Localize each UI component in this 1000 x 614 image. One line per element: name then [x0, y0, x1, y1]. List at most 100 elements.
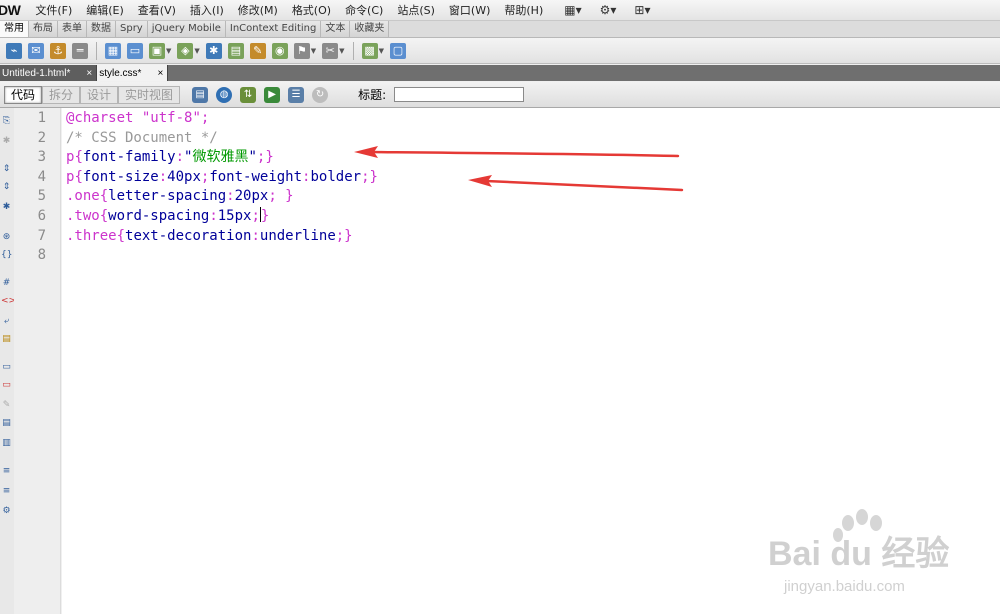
open-documents-icon[interactable]: ⎘: [1, 116, 12, 127]
remove-comment-icon[interactable]: ▭: [1, 380, 12, 391]
format-source-code-icon[interactable]: ⚙: [1, 506, 12, 517]
split-view-button[interactable]: 拆分: [42, 85, 81, 104]
line-number: 7: [37, 227, 46, 244]
css-value: 20px: [234, 188, 269, 205]
tab-common[interactable]: 常用: [0, 21, 29, 37]
select-parent-tag-icon[interactable]: ⊛: [1, 232, 12, 243]
expand-all-icon[interactable]: ✱: [1, 202, 12, 213]
visual-aids-icon[interactable]: ☰: [288, 86, 305, 103]
tab-forms[interactable]: 表单: [58, 21, 87, 37]
comment-icon[interactable]: ✎: [249, 42, 266, 59]
doc-tab-label: style.css*: [99, 67, 142, 79]
check-page-icon[interactable]: ▶: [264, 86, 281, 103]
multiscreen-icon[interactable]: ▤: [192, 86, 209, 103]
horizontal-rule-icon[interactable]: ═: [72, 42, 88, 59]
widget-icon[interactable]: ▢: [389, 42, 406, 59]
email-link-icon[interactable]: ✉: [28, 42, 44, 59]
chevron-down-icon[interactable]: ▼: [311, 47, 316, 55]
menu-modify[interactable]: 修改(M): [231, 2, 285, 18]
doc-tab-untitled[interactable]: Untitled-1.html* ×: [0, 65, 98, 81]
close-icon[interactable]: ×: [157, 68, 163, 79]
line-number: 2: [37, 129, 46, 146]
word-wrap-icon[interactable]: ⤶: [1, 316, 12, 327]
move-css-icon[interactable]: ▥: [1, 438, 12, 449]
collapse-selection-icon[interactable]: ⇕: [1, 182, 12, 193]
named-anchor-icon[interactable]: ⚓: [50, 42, 66, 59]
toolbar-separator: [352, 41, 354, 60]
line-number-gutter: 1 2 3 4 5 6 7 8: [14, 108, 61, 614]
tab-jquery-mobile[interactable]: jQuery Mobile: [147, 21, 226, 37]
chevron-down-icon[interactable]: ▼: [339, 47, 344, 55]
doc-tab-style-css[interactable]: style.css* ×: [97, 65, 169, 81]
div-icon[interactable]: ▭: [127, 42, 143, 59]
title-label: 标题:: [358, 88, 387, 102]
doc-tab-label: Untitled-1.html*: [2, 67, 71, 79]
server-side-include-icon[interactable]: ▤: [227, 42, 244, 59]
menu-view[interactable]: 查看(V): [131, 2, 183, 18]
refresh-icon[interactable]: ↻: [312, 86, 329, 103]
image-icon[interactable]: ▣: [149, 42, 165, 59]
css-selector: .three: [66, 227, 117, 244]
media-icon[interactable]: ◈: [177, 42, 194, 59]
file-management-icon[interactable]: ⇅: [240, 86, 257, 103]
css-property: text-decoration: [125, 227, 252, 244]
script-icon[interactable]: ⚑: [293, 42, 310, 59]
tab-layout[interactable]: 布局: [29, 21, 58, 37]
menu-file[interactable]: 文件(F): [28, 2, 79, 18]
outdent-code-icon[interactable]: ≡: [1, 486, 12, 497]
gear-icon[interactable]: ⚙▾: [600, 3, 617, 17]
chevron-down-icon[interactable]: ▼: [194, 47, 199, 55]
tab-favorites[interactable]: 收藏夹: [350, 21, 390, 37]
apply-comment-icon[interactable]: ▭: [1, 362, 12, 373]
css-property: word-spacing: [108, 207, 210, 224]
code-line-4: p{font-size:40px;font-weight:bolder;}: [66, 168, 378, 185]
wrap-tag-icon[interactable]: ✎: [1, 400, 12, 411]
menu-help[interactable]: 帮助(H): [497, 2, 550, 18]
css-value: bolder: [310, 168, 362, 185]
menu-insert[interactable]: 插入(I): [183, 2, 231, 18]
menu-commands[interactable]: 命令(C): [338, 2, 390, 18]
line-number: 4: [37, 168, 46, 185]
tag-chooser-icon[interactable]: ▩: [361, 42, 378, 59]
date-icon[interactable]: ✱: [205, 42, 222, 59]
tab-incontext-editing[interactable]: InContext Editing: [225, 21, 322, 37]
punctuation: ;: [200, 110, 210, 126]
site-map-icon[interactable]: ⊞▾: [634, 3, 650, 17]
menu-edit[interactable]: 编辑(E): [79, 2, 131, 18]
line-numbers-icon[interactable]: #: [1, 278, 12, 289]
tab-data[interactable]: 数据: [87, 21, 116, 37]
code-line-2: /* CSS Document */: [66, 129, 1000, 149]
show-code-navigator-icon[interactable]: ✱: [1, 136, 12, 147]
table-icon[interactable]: ▦: [105, 42, 121, 59]
balance-braces-icon[interactable]: {}: [1, 250, 12, 261]
chevron-down-icon[interactable]: ▼: [379, 47, 384, 55]
css-property: font-size: [82, 168, 159, 185]
recent-snippets-icon[interactable]: ▤: [1, 418, 12, 429]
indent-code-icon[interactable]: ≡: [1, 466, 12, 477]
menu-window[interactable]: 窗口(W): [442, 2, 497, 18]
live-view-button[interactable]: 实时视图: [118, 85, 181, 104]
collapse-full-tag-icon[interactable]: ⇕: [1, 164, 12, 175]
css-property: letter-spacing: [108, 188, 227, 205]
code-line-1: @charset "utf-8";: [66, 109, 1000, 129]
design-view-button[interactable]: 设计: [80, 85, 119, 104]
menu-site[interactable]: 站点(S): [390, 2, 442, 18]
highlight-invalid-code-icon[interactable]: <>: [1, 296, 16, 307]
syntax-coloring-icon[interactable]: ▤: [1, 334, 12, 345]
templates-icon[interactable]: ✂: [322, 42, 339, 59]
menu-format[interactable]: 格式(O): [285, 2, 338, 18]
title-input[interactable]: [394, 87, 525, 102]
layout-icon[interactable]: ▦▾: [564, 3, 581, 17]
tab-spry[interactable]: Spry: [116, 21, 148, 37]
tab-text[interactable]: 文本: [321, 21, 351, 37]
code-view-button[interactable]: 代码: [4, 85, 43, 104]
string-value: "utf-8": [141, 110, 201, 126]
close-icon[interactable]: ×: [86, 68, 92, 79]
head-icon[interactable]: ◉: [271, 42, 288, 59]
preview-globe-icon[interactable]: ◍: [216, 86, 233, 103]
chevron-down-icon[interactable]: ▼: [166, 47, 171, 55]
toolbar-separator: [96, 41, 97, 60]
code-line-3: p{font-family:"微软雅黑";}: [66, 149, 274, 166]
hyperlink-icon[interactable]: ⌁: [6, 42, 22, 59]
document-tabs: Untitled-1.html* × style.css* ×: [0, 65, 1000, 81]
